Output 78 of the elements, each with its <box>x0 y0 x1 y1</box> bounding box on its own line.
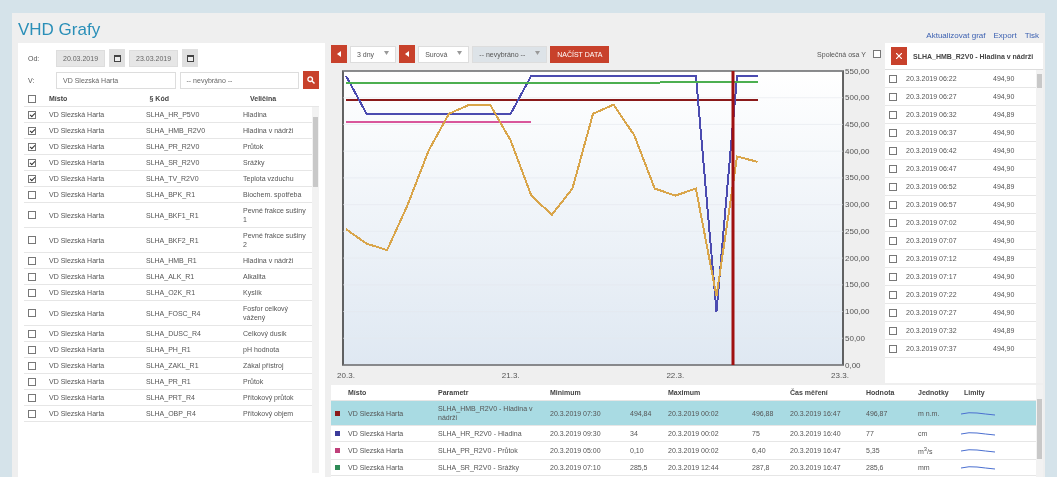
header-link[interactable]: Aktualizovat graf <box>926 31 986 40</box>
axis-label: 150,00 <box>845 280 870 290</box>
axis-label: 500,00 <box>845 93 870 103</box>
checkbox[interactable] <box>28 126 36 135</box>
axis-label: 550,00 <box>845 66 870 76</box>
search-button[interactable] <box>303 71 319 89</box>
search-icon <box>307 76 315 84</box>
scrollbar[interactable] <box>1036 70 1043 383</box>
close-icon <box>896 53 902 59</box>
checkbox[interactable] <box>889 290 897 299</box>
checkbox[interactable] <box>28 174 36 183</box>
dropdown-icon <box>457 50 463 55</box>
checkbox[interactable] <box>28 377 36 386</box>
checkbox[interactable] <box>889 182 897 191</box>
dropdown-icon <box>384 50 390 55</box>
header-link[interactable]: Tisk <box>1024 31 1039 40</box>
checkbox[interactable] <box>889 218 897 227</box>
checkbox[interactable] <box>28 94 36 103</box>
checkbox[interactable] <box>889 128 897 137</box>
axis-label: 0,00 <box>845 360 861 370</box>
axis-label: 400,00 <box>845 146 870 156</box>
checkbox[interactable] <box>889 344 897 353</box>
checkbox[interactable] <box>28 393 36 402</box>
calendar-button[interactable] <box>109 49 126 67</box>
checkbox[interactable] <box>28 272 36 281</box>
axis-label: 21.3. <box>501 371 520 380</box>
sparkline <box>961 448 995 454</box>
axis-label: 20.3. <box>337 371 355 380</box>
axis-label: 100,00 <box>845 307 870 317</box>
caret-icon <box>404 51 410 57</box>
checkbox[interactable] <box>889 92 897 101</box>
header-link[interactable]: Export <box>993 31 1017 40</box>
checkbox[interactable] <box>889 164 897 173</box>
axis-label: 350,00 <box>845 173 870 183</box>
axis-label: 50,00 <box>845 333 866 343</box>
checkbox[interactable] <box>28 256 36 265</box>
axis-label: 250,00 <box>845 226 870 236</box>
checkbox[interactable] <box>889 308 897 317</box>
page-title: VHD Grafy <box>18 20 101 40</box>
checkbox[interactable] <box>28 211 36 219</box>
checkbox[interactable] <box>889 146 897 155</box>
caret-icon <box>336 51 342 57</box>
checkbox[interactable] <box>28 288 36 297</box>
checkbox[interactable] <box>28 110 36 119</box>
axis-label: 300,00 <box>845 200 870 210</box>
checkbox[interactable] <box>873 50 881 58</box>
checkbox[interactable] <box>28 236 36 244</box>
axis-label: 450,00 <box>845 119 870 129</box>
scrollbar[interactable] <box>312 107 319 473</box>
axis-label: 22.3. <box>666 371 685 380</box>
checkbox[interactable] <box>28 345 36 354</box>
close-button[interactable] <box>891 47 907 65</box>
checkbox[interactable] <box>28 361 36 370</box>
checkbox[interactable] <box>889 110 897 119</box>
checkbox[interactable] <box>889 236 897 245</box>
axis-label: 23.3. <box>831 371 849 380</box>
checkbox[interactable] <box>889 254 897 263</box>
checkbox[interactable] <box>28 158 36 167</box>
checkbox[interactable] <box>889 326 897 335</box>
sparkline <box>961 410 995 416</box>
checkbox[interactable] <box>889 74 897 83</box>
axis-label: 200,00 <box>845 253 870 263</box>
checkbox[interactable] <box>28 329 36 338</box>
scrollbar[interactable] <box>1036 385 1043 477</box>
checkbox[interactable] <box>889 200 897 209</box>
checkbox[interactable] <box>28 190 36 199</box>
sparkline <box>961 465 995 471</box>
dropdown-icon <box>535 50 541 55</box>
previous-button[interactable] <box>399 45 416 63</box>
previous-button[interactable] <box>331 45 347 63</box>
calendar-icon <box>186 54 194 62</box>
checkbox[interactable] <box>889 272 897 281</box>
calendar-icon <box>113 54 121 62</box>
checkbox[interactable] <box>28 142 36 151</box>
sparkline <box>961 431 995 436</box>
checkbox[interactable] <box>28 409 36 418</box>
calendar-button[interactable] <box>182 49 199 67</box>
checkbox[interactable] <box>28 309 36 317</box>
